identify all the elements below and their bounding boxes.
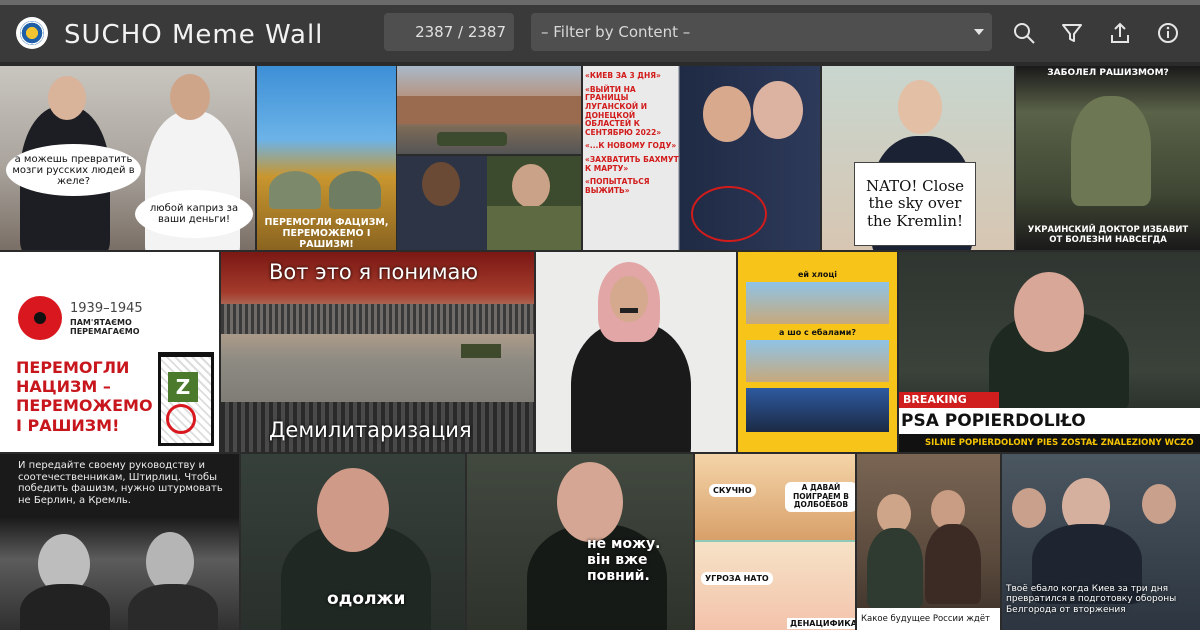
info-icon[interactable] xyxy=(1154,19,1182,47)
claim-line: «КИЕВ ЗА 3 ДНЯ» xyxy=(585,71,661,80)
protest-sign: NATO! Close the sky over the Kremlin! xyxy=(854,162,976,246)
speech-bubble: СКУЧНО xyxy=(709,484,756,498)
meme-tile[interactable]: ей хлоці а шо с ебалами? xyxy=(738,252,897,452)
meme-tile[interactable] xyxy=(397,156,581,250)
app-title: SUCHO Meme Wall xyxy=(64,20,324,50)
meme-wall: а можешь превратить мозги русских людей … xyxy=(0,62,1200,630)
meme-tile[interactable]: Какое будущее России ждёт xyxy=(857,454,1000,630)
meme-caption: не можу. він вже повний. xyxy=(587,536,661,585)
meme-caption-bottom: УКРАИНСКИЙ ДОКТОР ИЗБАВИТ ОТ БОЛЕЗНИ НАВ… xyxy=(1027,225,1189,245)
meme-tile[interactable]: BREAKING NEWS PSA POPIERDOLIŁO SILNIE PO… xyxy=(899,252,1200,452)
meme-tile[interactable]: «КИЕВ ЗА 3 ДНЯ» «ВЫЙТИ НА ГРАНИЦЫ ЛУГАНС… xyxy=(583,66,820,250)
meme-caption-bottom: Демилитаризация xyxy=(269,418,472,442)
meme-tile[interactable]: ПЕРЕМОГЛИ ФАЦИЗМ, ПЕРЕМОЖЕМО І РАШИЗМ! xyxy=(257,66,396,250)
meme-tile[interactable]: И передайте своему руководству и соотече… xyxy=(0,454,239,630)
search-icon[interactable] xyxy=(1010,19,1038,47)
news-headline: PSA POPIERDOLIŁO xyxy=(899,408,1200,434)
sucho-logo xyxy=(16,17,48,49)
speech-bubble: А ДАВАЙ ПОИГРАЕМ В ДОЛБОЁБОВ xyxy=(785,482,855,512)
meme-tile[interactable]: ЗАБОЛЕЛ РАШИЗМОМ? УКРАИНСКИЙ ДОКТОР ИЗБА… xyxy=(1016,66,1200,250)
top-bar: SUCHO Meme Wall 2387 / 2387 – Filter by … xyxy=(0,0,1200,62)
meme-tile[interactable]: 1939–1945 ПАМ'ЯТАЄМО ПЕРЕМАГАЄМО ПЕРЕМОГ… xyxy=(0,252,219,452)
breaking-news-banner: BREAKING NEWS xyxy=(899,392,999,422)
meme-tile[interactable]: не можу. він вже повний. xyxy=(467,454,693,630)
filter-icon[interactable] xyxy=(1058,19,1086,47)
news-ticker: SILNIE POPIERDOLONY PIES ZOSTAŁ ZNALEZIO… xyxy=(899,434,1200,452)
claim-line: «...К НОВОМУ ГОДУ» xyxy=(585,141,677,151)
speech-bubble: УГРОЗА НАТО xyxy=(701,572,773,586)
meme-counter: 2387 / 2387 xyxy=(384,13,514,51)
meme-tile[interactable]: одолжи xyxy=(241,454,465,630)
meme-caption-top: ЗАБОЛЕЛ РАШИЗМОМ? xyxy=(1047,68,1169,78)
meme-caption: ей хлоці xyxy=(797,270,837,279)
meme-caption: Твоё ебало когда Киев за три дня преврат… xyxy=(1006,584,1177,615)
meme-caption: а шо с ебалами? xyxy=(779,328,856,337)
poster-slogan: ПЕРЕМОГЛИ НАЦИЗМ – ПЕРЕМОЖЕМО І РАШИЗМ! xyxy=(16,358,153,435)
meme-tile[interactable] xyxy=(397,66,581,154)
claim-line: «ВЫЙТИ НА ГРАНИЦЫ ЛУГАНСКОЙ И ДОНЕЦКОЙ О… xyxy=(585,84,662,137)
filter-select-label: – Filter by Content – xyxy=(541,23,691,41)
meme-tile[interactable]: Твоё ебало когда Киев за три дня преврат… xyxy=(1002,454,1200,630)
chevron-down-icon xyxy=(974,29,984,35)
meme-tile[interactable]: а можешь превратить мозги русских людей … xyxy=(0,66,255,250)
meme-tile[interactable]: Вот это я понимаю Демилитаризация xyxy=(221,252,534,452)
speech-bubble: ДЕНАЦИФИКА xyxy=(787,618,855,630)
speech-bubble: а можешь превратить мозги русских людей … xyxy=(6,144,141,196)
meme-tile[interactable]: NATO! Close the sky over the Kremlin! xyxy=(822,66,1014,250)
meme-tile[interactable]: СКУЧНО А ДАВАЙ ПОИГРАЕМ В ДОЛБОЁБОВ УГРО… xyxy=(695,454,855,630)
content-filter-select[interactable]: – Filter by Content – xyxy=(531,13,992,51)
meme-caption: Какое будущее России ждёт xyxy=(857,608,1000,630)
poster-motto: ПАМ'ЯТАЄМО ПЕРЕМАГАЄМО xyxy=(70,318,140,337)
speech-bubble: любой каприз за ваши деньги! xyxy=(135,190,253,238)
meme-caption: одолжи xyxy=(327,589,406,609)
meme-caption-top: Вот это я понимаю xyxy=(269,260,479,284)
meme-quote: И передайте своему руководству и соотече… xyxy=(18,460,223,506)
claim-line: «ПОПЫТАТЬСЯ ВЫЖИТЬ» xyxy=(585,177,650,195)
claim-line: «ЗАХВАТИТЬ БАХМУТ К МАРТУ» xyxy=(585,155,679,173)
meme-caption: ПЕРЕМОГЛИ ФАЦИЗМ, ПЕРЕМОЖЕМО І РАШИЗМ! xyxy=(264,217,389,250)
upload-icon[interactable] xyxy=(1106,19,1134,47)
poster-years: 1939–1945 xyxy=(70,301,143,316)
meme-tile[interactable] xyxy=(536,252,736,452)
